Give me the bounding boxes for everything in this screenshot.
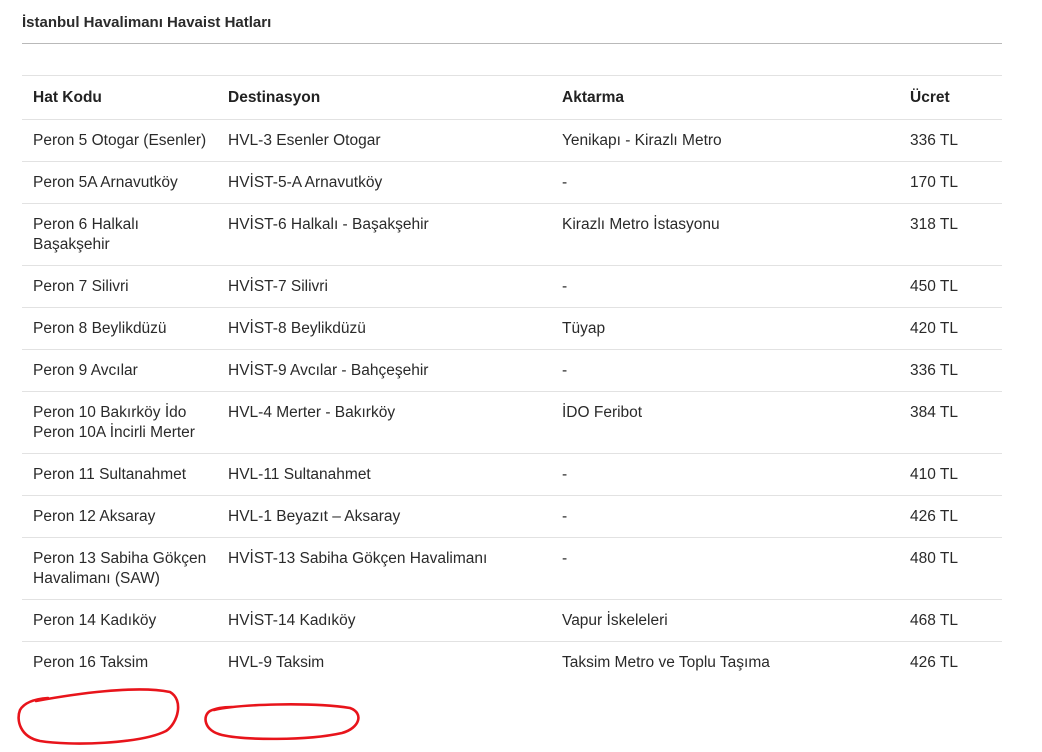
- cell-hat-kodu: Peron 5 Otogar (Esenler): [22, 119, 217, 162]
- red-circle-annotation: [204, 703, 360, 741]
- cell-ucret: 426 TL: [899, 495, 1002, 538]
- cell-hat-kodu: Peron 16 Taksim: [33, 654, 149, 671]
- cell-hat-kodu: Peron 8 Beylikdüzü: [22, 307, 217, 350]
- cell-destinasyon: HVL-4 Merter - Bakırköy: [217, 391, 551, 454]
- cell-hat-kodu: Peron 14 Kadıköy: [22, 599, 217, 642]
- cell-ucret: 480 TL: [899, 537, 1002, 600]
- cell-ucret: 384 TL: [899, 391, 1002, 454]
- table-row: Peron 13 Sabiha Gökçen Havalimanı (SAW) …: [22, 537, 1002, 600]
- cell-ucret: 318 TL: [899, 203, 1002, 266]
- cell-aktarma: Vapur İskeleleri: [551, 599, 899, 642]
- cell-aktarma: Tüyap: [551, 307, 899, 350]
- table-row: Peron 12 Aksaray HVL-1 Beyazıt – Aksaray…: [22, 495, 1002, 538]
- cell-aktarma: -: [551, 495, 899, 538]
- cell-aktarma: -: [551, 161, 899, 204]
- table-row: Peron 8 Beylikdüzü HVİST-8 Beylikdüzü Tü…: [22, 307, 1002, 350]
- table-row: Peron 11 Sultanahmet HVL-11 Sultanahmet …: [22, 453, 1002, 496]
- cell-aktarma: Kirazlı Metro İstasyonu: [551, 203, 899, 266]
- cell-ucret: 170 TL: [899, 161, 1002, 204]
- cell-ucret: 426 TL: [910, 654, 958, 671]
- cell-destinasyon: HVİST-7 Silivri: [217, 265, 551, 308]
- header-aktarma: Aktarma: [551, 75, 899, 120]
- cell-hat-kodu: Peron 7 Silivri: [22, 265, 217, 308]
- cell-destinasyon: HVİST-5-A Arnavutköy: [217, 161, 551, 204]
- cell-destinasyon: HVL-3 Esenler Otogar: [217, 119, 551, 162]
- cell-ucret: 468 TL: [899, 599, 1002, 642]
- header-ucret: Ücret: [899, 75, 1002, 120]
- header-destinasyon: Destinasyon: [217, 75, 551, 120]
- page-title: İstanbul Havalimanı Havaist Hatları: [22, 14, 272, 31]
- cell-aktarma: -: [551, 453, 899, 496]
- table-row: Peron 7 Silivri HVİST-7 Silivri - 450 TL: [22, 265, 1002, 308]
- cell-destinasyon: HVİST-13 Sabiha Gökçen Havalimanı: [217, 537, 551, 600]
- cell-aktarma: Yenikapı - Kirazlı Metro: [551, 119, 899, 162]
- cell-destinasyon: HVİST-9 Avcılar - Bahçeşehir: [217, 349, 551, 392]
- cell-hat-kodu: Peron 12 Aksaray: [22, 495, 217, 538]
- header-hat-kodu: Hat Kodu: [22, 75, 217, 120]
- cell-aktarma: -: [551, 265, 899, 308]
- table-row-highlighted: Peron 16 Taksim HVL-9 Taksim Taksim Metr…: [22, 642, 1002, 684]
- table-row: Peron 5 Otogar (Esenler) HVL-3 Esenler O…: [22, 119, 1002, 162]
- cell-destinasyon: HVİST-6 Halkalı - Başakşehir: [217, 203, 551, 266]
- title-divider: [22, 43, 1002, 44]
- table-header-row: Hat Kodu Destinasyon Aktarma Ücret: [22, 75, 1002, 120]
- table-row: Peron 6 Halkalı Başakşehir HVİST-6 Halka…: [22, 203, 1002, 266]
- table-row: Peron 14 Kadıköy HVİST-14 Kadıköy Vapur …: [22, 599, 1002, 642]
- cell-hat-kodu: Peron 11 Sultanahmet: [22, 453, 217, 496]
- cell-destinasyon: HVİST-8 Beylikdüzü: [217, 307, 551, 350]
- cell-hat-kodu: Peron 13 Sabiha Gökçen Havalimanı (SAW): [22, 537, 217, 600]
- cell-ucret: 336 TL: [899, 349, 1002, 392]
- cell-destinasyon: HVİST-14 Kadıköy: [217, 599, 551, 642]
- cell-ucret: 450 TL: [899, 265, 1002, 308]
- cell-ucret: 336 TL: [899, 119, 1002, 162]
- cell-hat-kodu: Peron 5A Arnavutköy: [22, 161, 217, 204]
- havaist-lines-table: Hat Kodu Destinasyon Aktarma Ücret Peron…: [22, 75, 1002, 683]
- cell-destinasyon: HVL-1 Beyazıt – Aksaray: [217, 495, 551, 538]
- cell-ucret: 410 TL: [899, 453, 1002, 496]
- cell-aktarma: Taksim Metro ve Toplu Taşıma: [562, 654, 770, 671]
- cell-destinasyon: HVL-9 Taksim: [228, 654, 325, 671]
- table-row: Peron 10 Bakırköy İdo Peron 10A İncirli …: [22, 391, 1002, 454]
- cell-hat-kodu: Peron 10 Bakırköy İdo Peron 10A İncirli …: [22, 391, 217, 454]
- cell-aktarma: -: [551, 349, 899, 392]
- cell-hat-kodu: Peron 6 Halkalı Başakşehir: [22, 203, 217, 266]
- cell-aktarma: -: [551, 537, 899, 600]
- table-row: Peron 9 Avcılar HVİST-9 Avcılar - Bahçeş…: [22, 349, 1002, 392]
- cell-hat-kodu: Peron 9 Avcılar: [22, 349, 217, 392]
- cell-ucret: 420 TL: [899, 307, 1002, 350]
- table-row: Peron 5A Arnavutköy HVİST-5-A Arnavutköy…: [22, 161, 1002, 204]
- cell-aktarma: İDO Feribot: [551, 391, 899, 454]
- cell-destinasyon: HVL-11 Sultanahmet: [217, 453, 551, 496]
- red-circle-annotation: [17, 688, 180, 745]
